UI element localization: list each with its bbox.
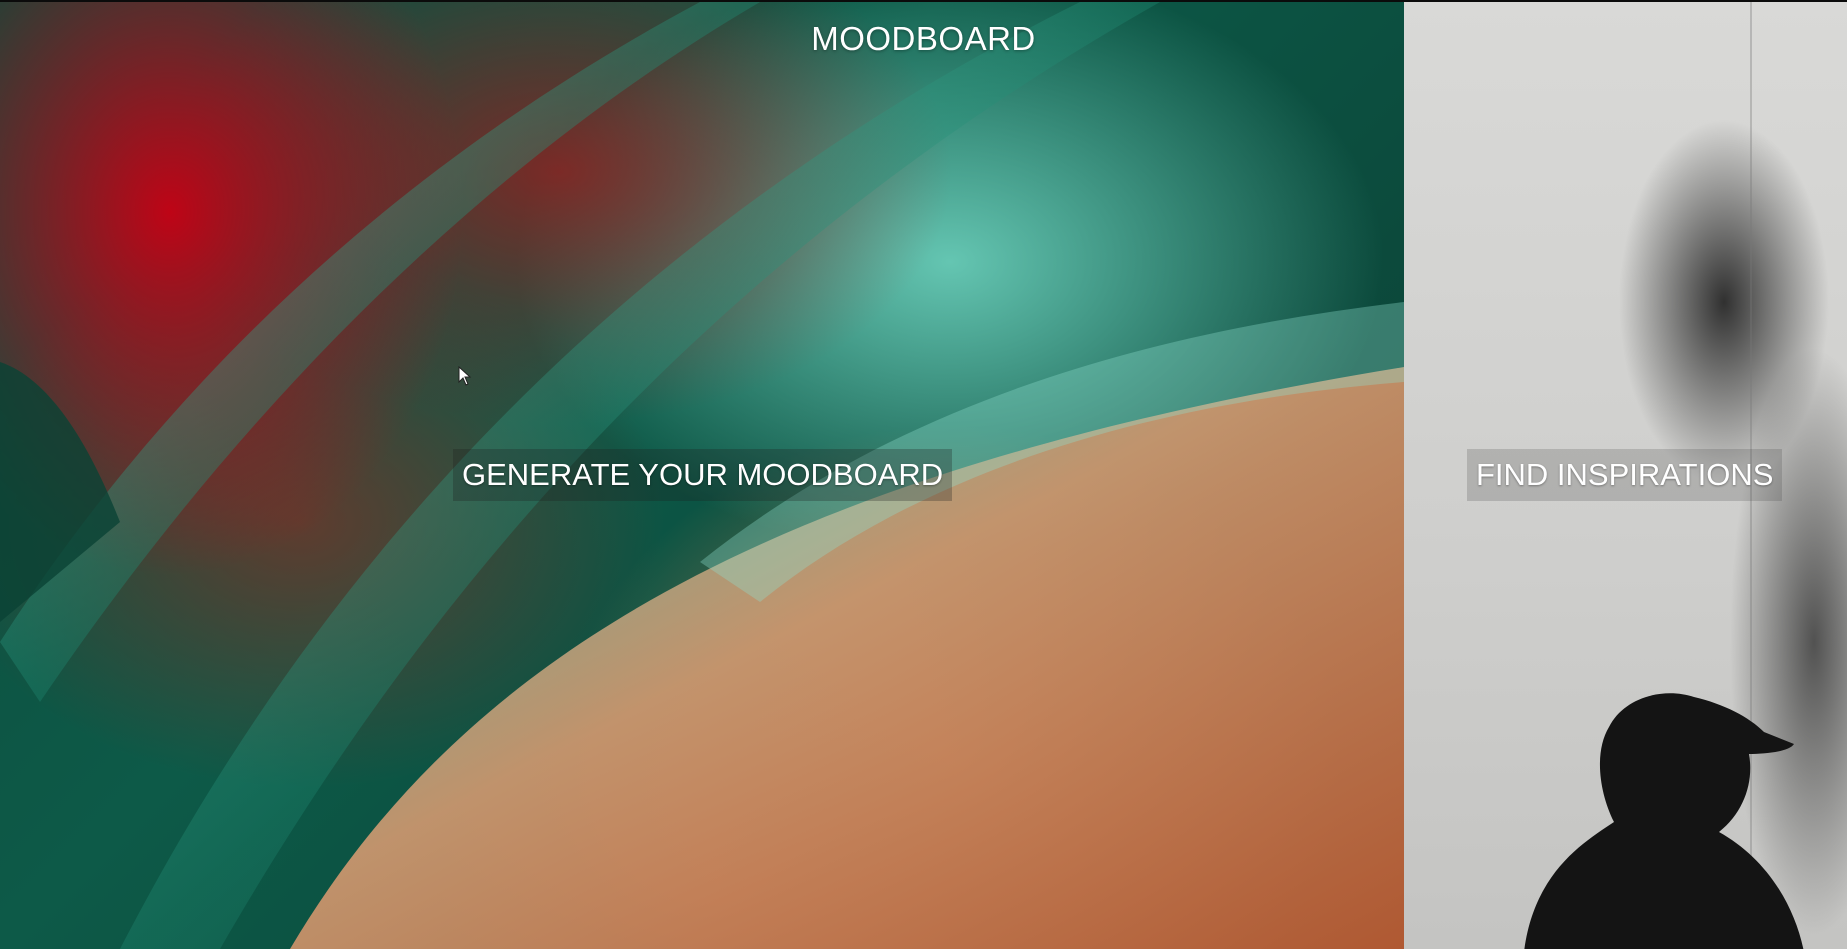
person-silhouette (1524, 693, 1804, 949)
generate-moodboard-panel[interactable]: GENERATE YOUR MOODBOARD (0, 2, 1404, 949)
find-inspirations-button[interactable]: FIND INSPIRATIONS (1467, 449, 1783, 501)
generate-moodboard-button[interactable]: GENERATE YOUR MOODBOARD (453, 449, 953, 501)
find-inspirations-panel[interactable]: FIND INSPIRATIONS (1404, 2, 1847, 949)
app-title: MOODBOARD (811, 20, 1036, 57)
moodboard-landing: MOODBOARD GENERATE YOUR MOODBOARD FIND I… (0, 0, 1847, 949)
mouse-cursor-icon (458, 366, 472, 386)
